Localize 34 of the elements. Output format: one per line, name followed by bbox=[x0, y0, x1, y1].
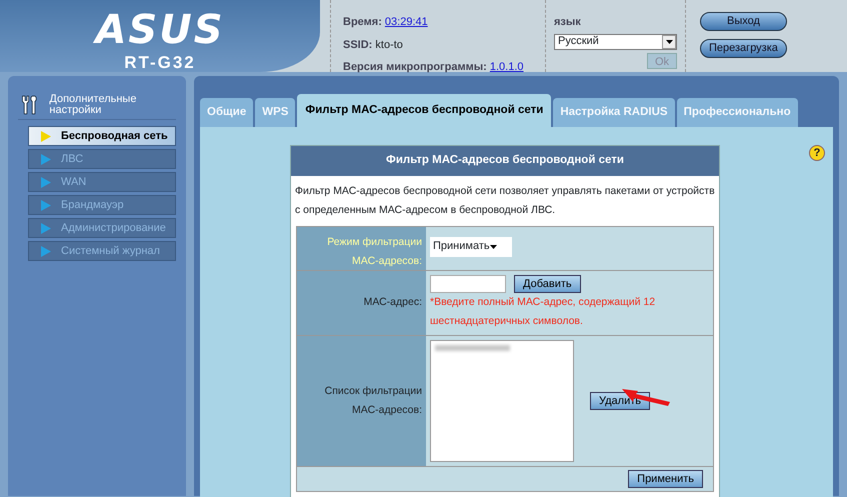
info-label: Версия микропрограммы: bbox=[343, 61, 487, 73]
play-icon bbox=[41, 154, 51, 164]
panel-description: Фильтр МАС-адресов беспроводной сети позволяет управлять пакетами от устройств с определенным МАС-адресом в беспроводной ЛВС. bbox=[294, 184, 716, 218]
play-icon bbox=[41, 246, 51, 256]
play-icon bbox=[41, 200, 51, 210]
apply-button[interactable]: Применить bbox=[628, 470, 703, 488]
play-icon bbox=[41, 222, 51, 234]
mac-listbox[interactable] bbox=[430, 340, 574, 462]
logo: ASUS bbox=[95, 10, 225, 50]
sidebar-title: Дополнительные настройки bbox=[49, 94, 138, 116]
hint-text: *Введите полный МАС-адрес, содержащий 12 шестнадцатеричных символов. bbox=[430, 294, 656, 328]
info-value: kto-to bbox=[375, 38, 403, 50]
field-label: МАС-адрес: bbox=[364, 295, 422, 310]
field-label: Список фильтрации МАС-адресов: bbox=[324, 384, 422, 418]
mode-select[interactable]: Принимать bbox=[430, 236, 512, 256]
add-button[interactable]: Добавить bbox=[514, 274, 581, 292]
header-button[interactable]: Выход bbox=[700, 12, 787, 31]
info-label: SSID: bbox=[343, 38, 372, 50]
language-label: язык bbox=[554, 15, 582, 30]
sidebar-item[interactable]: Беспроводная сеть bbox=[28, 126, 176, 146]
panel-title: Фильтр МАС-адресов беспроводной сети bbox=[291, 146, 719, 176]
help-icon[interactable]: ? bbox=[809, 145, 825, 162]
caret-icon bbox=[666, 40, 672, 44]
caret-icon bbox=[490, 244, 497, 248]
info-link[interactable]: 1.0.1.0 bbox=[490, 61, 524, 73]
info-link[interactable]: 03:29:41 bbox=[384, 16, 428, 28]
mac-field[interactable] bbox=[430, 274, 506, 292]
model-name: RT-G32 bbox=[124, 52, 196, 74]
language-select[interactable]: Русский bbox=[554, 34, 677, 50]
play-icon bbox=[41, 130, 51, 142]
info-label: Время: bbox=[343, 16, 382, 28]
play-icon bbox=[41, 176, 51, 188]
tab[interactable]: Фильтр МАС-адресов беспроводной сети bbox=[297, 94, 552, 128]
header-button[interactable]: Перезагрузка bbox=[700, 39, 787, 58]
